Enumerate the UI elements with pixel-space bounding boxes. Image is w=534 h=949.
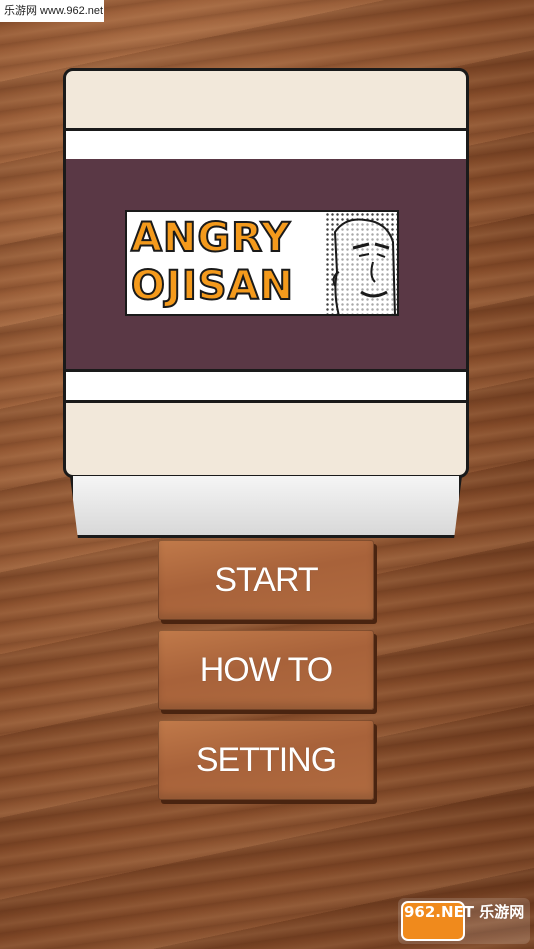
start-button[interactable]: START <box>158 540 374 620</box>
setting-button[interactable]: SETTING <box>158 720 374 800</box>
cup-stripe-bottom <box>66 369 466 403</box>
game-logo: ANGRY OJISAN <box>125 210 399 316</box>
logo-line-1: ANGRY <box>130 214 291 262</box>
logo-line-2: OJISAN <box>130 262 295 310</box>
watermark-top: 乐游网 www.962.net <box>0 0 104 22</box>
cup-base <box>70 476 462 538</box>
howto-button[interactable]: HOW TO <box>158 630 374 710</box>
cup-band: ANGRY OJISAN <box>66 159 466 369</box>
watermark-logo: 962.NET 乐游网 <box>398 898 530 944</box>
ojisan-face-icon <box>325 212 397 314</box>
watermark-bottom-text: 962.NET 乐游网 <box>404 903 525 921</box>
rice-cup: ANGRY OJISAN <box>63 68 469 478</box>
logo-title: ANGRY OJISAN <box>130 214 331 310</box>
cup-stripe-top <box>66 128 466 162</box>
